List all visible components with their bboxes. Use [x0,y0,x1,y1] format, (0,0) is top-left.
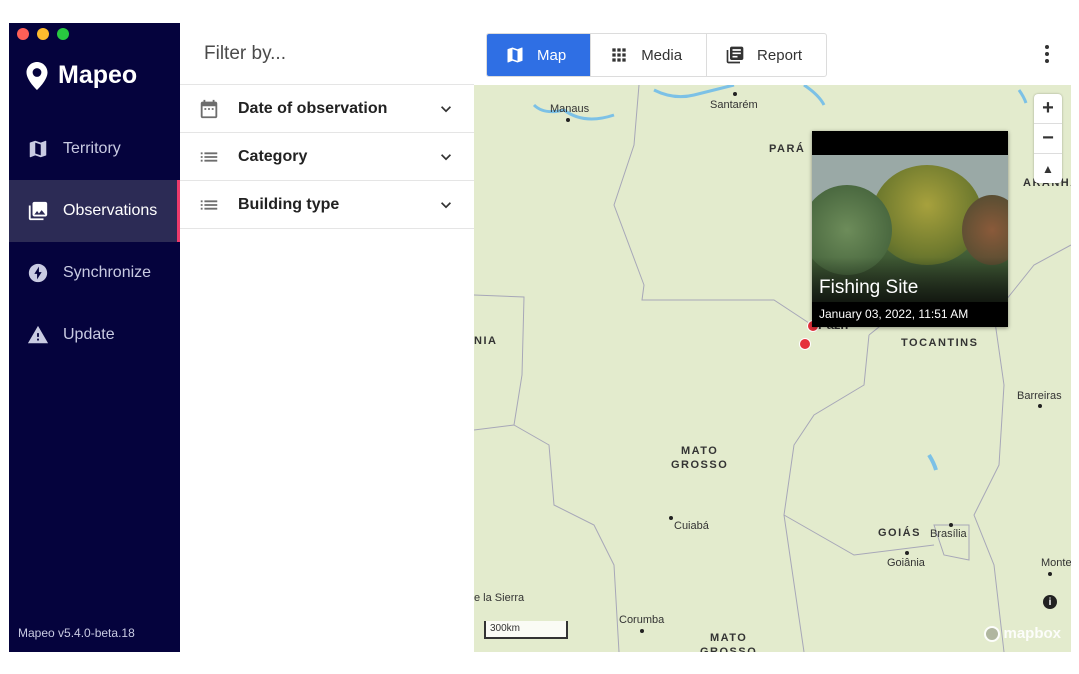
observation-popup[interactable]: Fishing Site January 03, 2022, 11:51 AM [812,131,1008,327]
city-dot [733,92,737,96]
tab-label: Report [757,46,803,64]
city-dot [949,523,953,527]
chevron-down-icon [441,105,451,112]
place-label: Manaus [550,103,590,115]
sidebar-item-label: Territory [63,140,121,157]
maximize-window-button[interactable] [57,28,69,40]
observation-marker[interactable] [799,338,811,350]
place-label: Brasília [930,528,967,540]
filter-building-type[interactable]: Building type [180,181,474,229]
place-label: Monte [1041,557,1071,569]
bolt-icon [28,263,48,283]
chevron-down-icon [441,201,451,208]
city-dot [566,118,570,122]
tab-media[interactable]: Media [591,34,708,76]
map-canvas[interactable]: Manaus Santarém PARÁ ARANHÃO NIA TOCANTI… [474,85,1071,652]
place-label: Santarém [710,99,758,111]
sidebar: Mapeo Territory Observations Synchronize… [9,23,180,652]
calendar-icon [200,99,218,118]
compass-button[interactable]: ▲ [1034,154,1062,183]
place-label: Barreiras [1017,390,1062,402]
sidebar-item-observations[interactable]: Observations [9,180,180,242]
city-dot [669,516,673,520]
grid-icon [612,48,626,62]
app-logo: Mapeo [26,61,137,90]
map-icon [507,47,523,63]
map-zoom-controls: + − ▲ [1034,94,1062,183]
filter-title: Filter by... [180,23,474,85]
location-pin-icon [26,61,48,90]
tab-report[interactable]: Report [707,34,826,76]
map-icon [29,140,47,158]
report-icon [726,46,744,64]
tab-map[interactable]: Map [487,34,592,76]
attribution-label: mapbox [1003,625,1061,642]
place-label: Corumba [619,614,665,626]
tab-label: Media [641,46,683,64]
warning-icon [27,325,49,344]
window-controls [17,28,69,40]
place-label: Goiânia [887,557,925,569]
close-window-button[interactable] [17,28,29,40]
zoom-in-button[interactable]: + [1034,94,1062,124]
app-name: Mapeo [58,61,138,89]
region-label: GOIÁS [878,527,921,539]
tab-label: Map [537,46,567,64]
filter-date-of-observation[interactable]: Date of observation [180,85,474,133]
city-dot [1038,404,1042,408]
chevron-down-icon [441,153,451,160]
map-scale: 300km [484,621,568,639]
filter-label: Date of observation [238,99,388,117]
region-label: MATO GROSSO [671,445,729,471]
region-label: TOCANTINS [901,337,979,349]
sidebar-nav: Territory Observations Synchronize Updat… [9,118,180,366]
observation-date: January 03, 2022, 11:51 AM [819,307,969,321]
filter-label: Building type [238,195,340,213]
app-version: Mapeo v5.4.0-beta.18 [18,626,135,640]
view-tabs: Map Media Report [486,33,828,77]
sidebar-item-update[interactable]: Update [9,304,180,366]
minimize-window-button[interactable] [37,28,49,40]
observation-title: Fishing Site [819,277,919,298]
list-icon [200,151,218,162]
photo-library-icon [28,201,48,221]
place-label: Cuiabá [674,520,709,532]
app-window: Mapeo Territory Observations Synchronize… [9,23,1071,652]
sidebar-item-territory[interactable]: Territory [9,118,180,180]
city-dot [640,629,644,633]
sidebar-item-synchronize[interactable]: Synchronize [9,242,180,304]
list-icon [200,199,218,210]
more-options-icon[interactable] [1045,45,1049,63]
sidebar-item-label: Observations [63,202,158,219]
filter-category[interactable]: Category [180,133,474,181]
sidebar-item-label: Update [63,326,115,343]
filter-label: Category [238,147,308,165]
mapbox-icon [984,625,1001,642]
sidebar-item-label: Synchronize [63,264,152,281]
view-toolbar: Map Media Report [474,23,1071,86]
region-label: MATO GROSSO [700,632,758,652]
region-label: PARÁ [769,143,806,155]
region-label: NIA [474,335,498,347]
info-icon[interactable]: i [1043,595,1057,609]
filter-panel: Filter by... Date of observation Categor… [180,23,475,652]
zoom-out-button[interactable]: − [1034,124,1062,154]
place-label: e la Sierra [474,592,525,604]
city-dot [1048,572,1052,576]
map-view: Map Media Report Manaus Santarém PARÁ AR… [474,23,1071,652]
mapbox-logo: mapbox [984,625,1061,642]
city-dot [905,551,909,555]
